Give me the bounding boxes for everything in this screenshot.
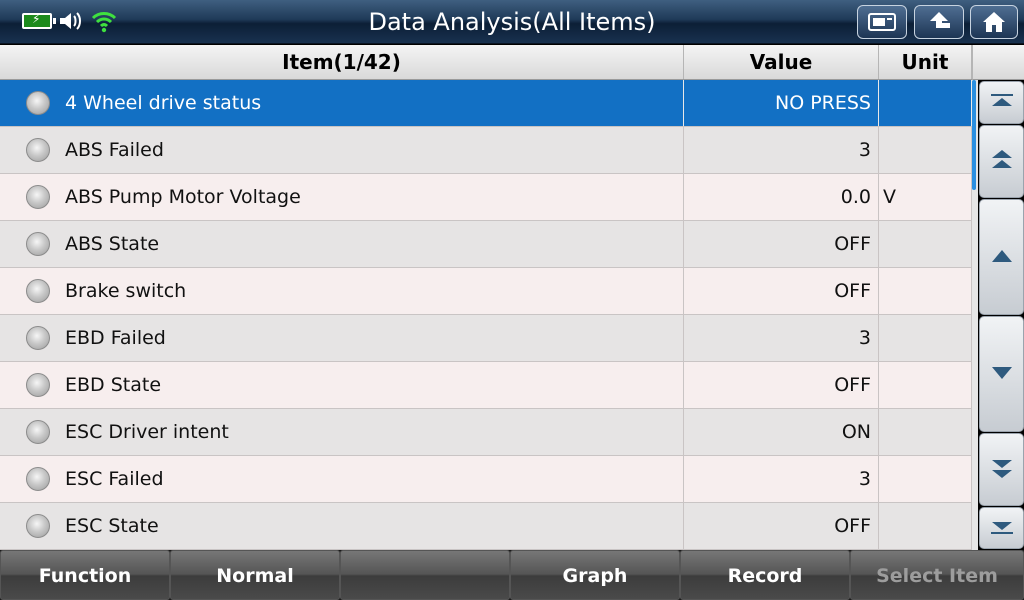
radio-select-icon[interactable] [26,279,50,303]
screenshot-button[interactable] [857,5,907,39]
table-row[interactable]: ESC Driver intent ON [0,409,972,456]
radio-select-icon[interactable] [26,91,50,115]
table-row[interactable]: Brake switch OFF [0,268,972,315]
item-label: EBD Failed [65,327,166,349]
item-label: ESC Failed [65,468,164,490]
radio-select-icon[interactable] [26,467,50,491]
unit-cell: V [879,174,972,220]
value-cell: OFF [684,503,879,549]
table-row[interactable]: EBD State OFF [0,362,972,409]
item-cell: ESC State [0,503,684,549]
item-cell: ESC Failed [0,456,684,502]
radio-select-icon[interactable] [26,185,50,209]
line-down-icon [991,365,1013,384]
back-button[interactable] [914,5,964,39]
scrollbar-thumb[interactable] [972,80,976,190]
graph-button[interactable]: Graph [510,550,680,600]
home-button[interactable] [970,5,1018,39]
normal-button[interactable]: Normal [170,550,340,600]
item-cell: 4 Wheel drive status [0,80,684,126]
unit-cell [879,409,972,455]
value-cell: NO PRESS [684,80,879,126]
scroll-bottom-button[interactable] [979,507,1024,549]
table-row[interactable]: ABS Failed 3 [0,127,972,174]
page-down-button[interactable] [979,433,1024,506]
item-cell: ABS Pump Motor Voltage [0,174,684,220]
item-label: ABS State [65,233,160,255]
table-body: 4 Wheel drive status NO PRESS ABS Failed 3 A… [0,80,972,550]
item-cell: EBD State [0,362,684,408]
page-up-button[interactable] [979,125,1024,198]
unit-cell [879,268,972,314]
scroll-bottom-icon [990,519,1013,538]
value-cell: 3 [684,127,879,173]
unit-cell [879,503,972,549]
item-cell: ESC Driver intent [0,409,684,455]
unit-cell [879,221,972,267]
title-bar: ⚡ Data Analysis(All Items) [0,0,1024,44]
item-label: Brake switch [65,280,187,302]
value-cell: OFF [684,268,879,314]
line-up-button[interactable] [979,199,1024,315]
scroll-top-button[interactable] [979,81,1024,124]
table-row[interactable]: 4 Wheel drive status NO PRESS [0,80,972,127]
blank-button[interactable] [340,550,510,600]
item-cell: ABS Failed [0,127,684,173]
item-label: ESC State [65,515,159,537]
table-row[interactable]: ABS State OFF [0,221,972,268]
radio-select-icon[interactable] [26,326,50,350]
select-item-button: Select Item [850,550,1024,600]
screenshot-icon [867,11,897,33]
unit-cell [879,456,972,502]
radio-select-icon[interactable] [26,373,50,397]
value-cell: OFF [684,362,879,408]
page-down-icon [991,457,1013,483]
unit-cell [879,362,972,408]
item-cell: ABS State [0,221,684,267]
item-label: ABS Failed [65,139,164,161]
function-button[interactable]: Function [0,550,170,600]
line-down-button[interactable] [979,316,1024,432]
column-header-item[interactable]: Item(1/42) [0,45,684,79]
column-header-unit[interactable]: Unit [879,45,972,79]
radio-select-icon[interactable] [26,232,50,256]
value-cell: OFF [684,221,879,267]
unit-cell [879,127,972,173]
line-up-icon [991,248,1013,267]
item-label: ESC Driver intent [65,421,229,443]
item-label: ABS Pump Motor Voltage [65,186,301,208]
scroll-top-icon [990,93,1013,112]
column-header-value[interactable]: Value [684,45,879,79]
value-cell: 3 [684,315,879,361]
data-table: Item(1/42) Value Unit 4 Wheel drive stat… [0,45,972,550]
value-cell: 0.0 [684,174,879,220]
item-label: 4 Wheel drive status [65,92,262,114]
table-row[interactable]: EBD Failed 3 [0,315,972,362]
item-label: EBD State [65,374,162,396]
radio-select-icon[interactable] [26,138,50,162]
page-up-icon [991,149,1013,175]
table-row[interactable]: ABS Pump Motor Voltage 0.0 V [0,174,972,221]
unit-cell [879,315,972,361]
table-header: Item(1/42) Value Unit [0,45,972,80]
bottom-toolbar: Function Normal Graph Record Select Item [0,550,1024,600]
back-arrow-icon [925,10,953,34]
record-button[interactable]: Record [680,550,850,600]
value-cell: 3 [684,456,879,502]
scroll-header [972,45,1024,80]
item-cell: Brake switch [0,268,684,314]
radio-select-icon[interactable] [26,514,50,538]
unit-cell [879,80,972,126]
item-cell: EBD Failed [0,315,684,361]
scrollbar[interactable] [972,80,978,550]
table-row[interactable]: ESC State OFF [0,503,972,550]
table-row[interactable]: ESC Failed 3 [0,456,972,503]
value-cell: ON [684,409,879,455]
home-icon [981,10,1007,34]
radio-select-icon[interactable] [26,420,50,444]
